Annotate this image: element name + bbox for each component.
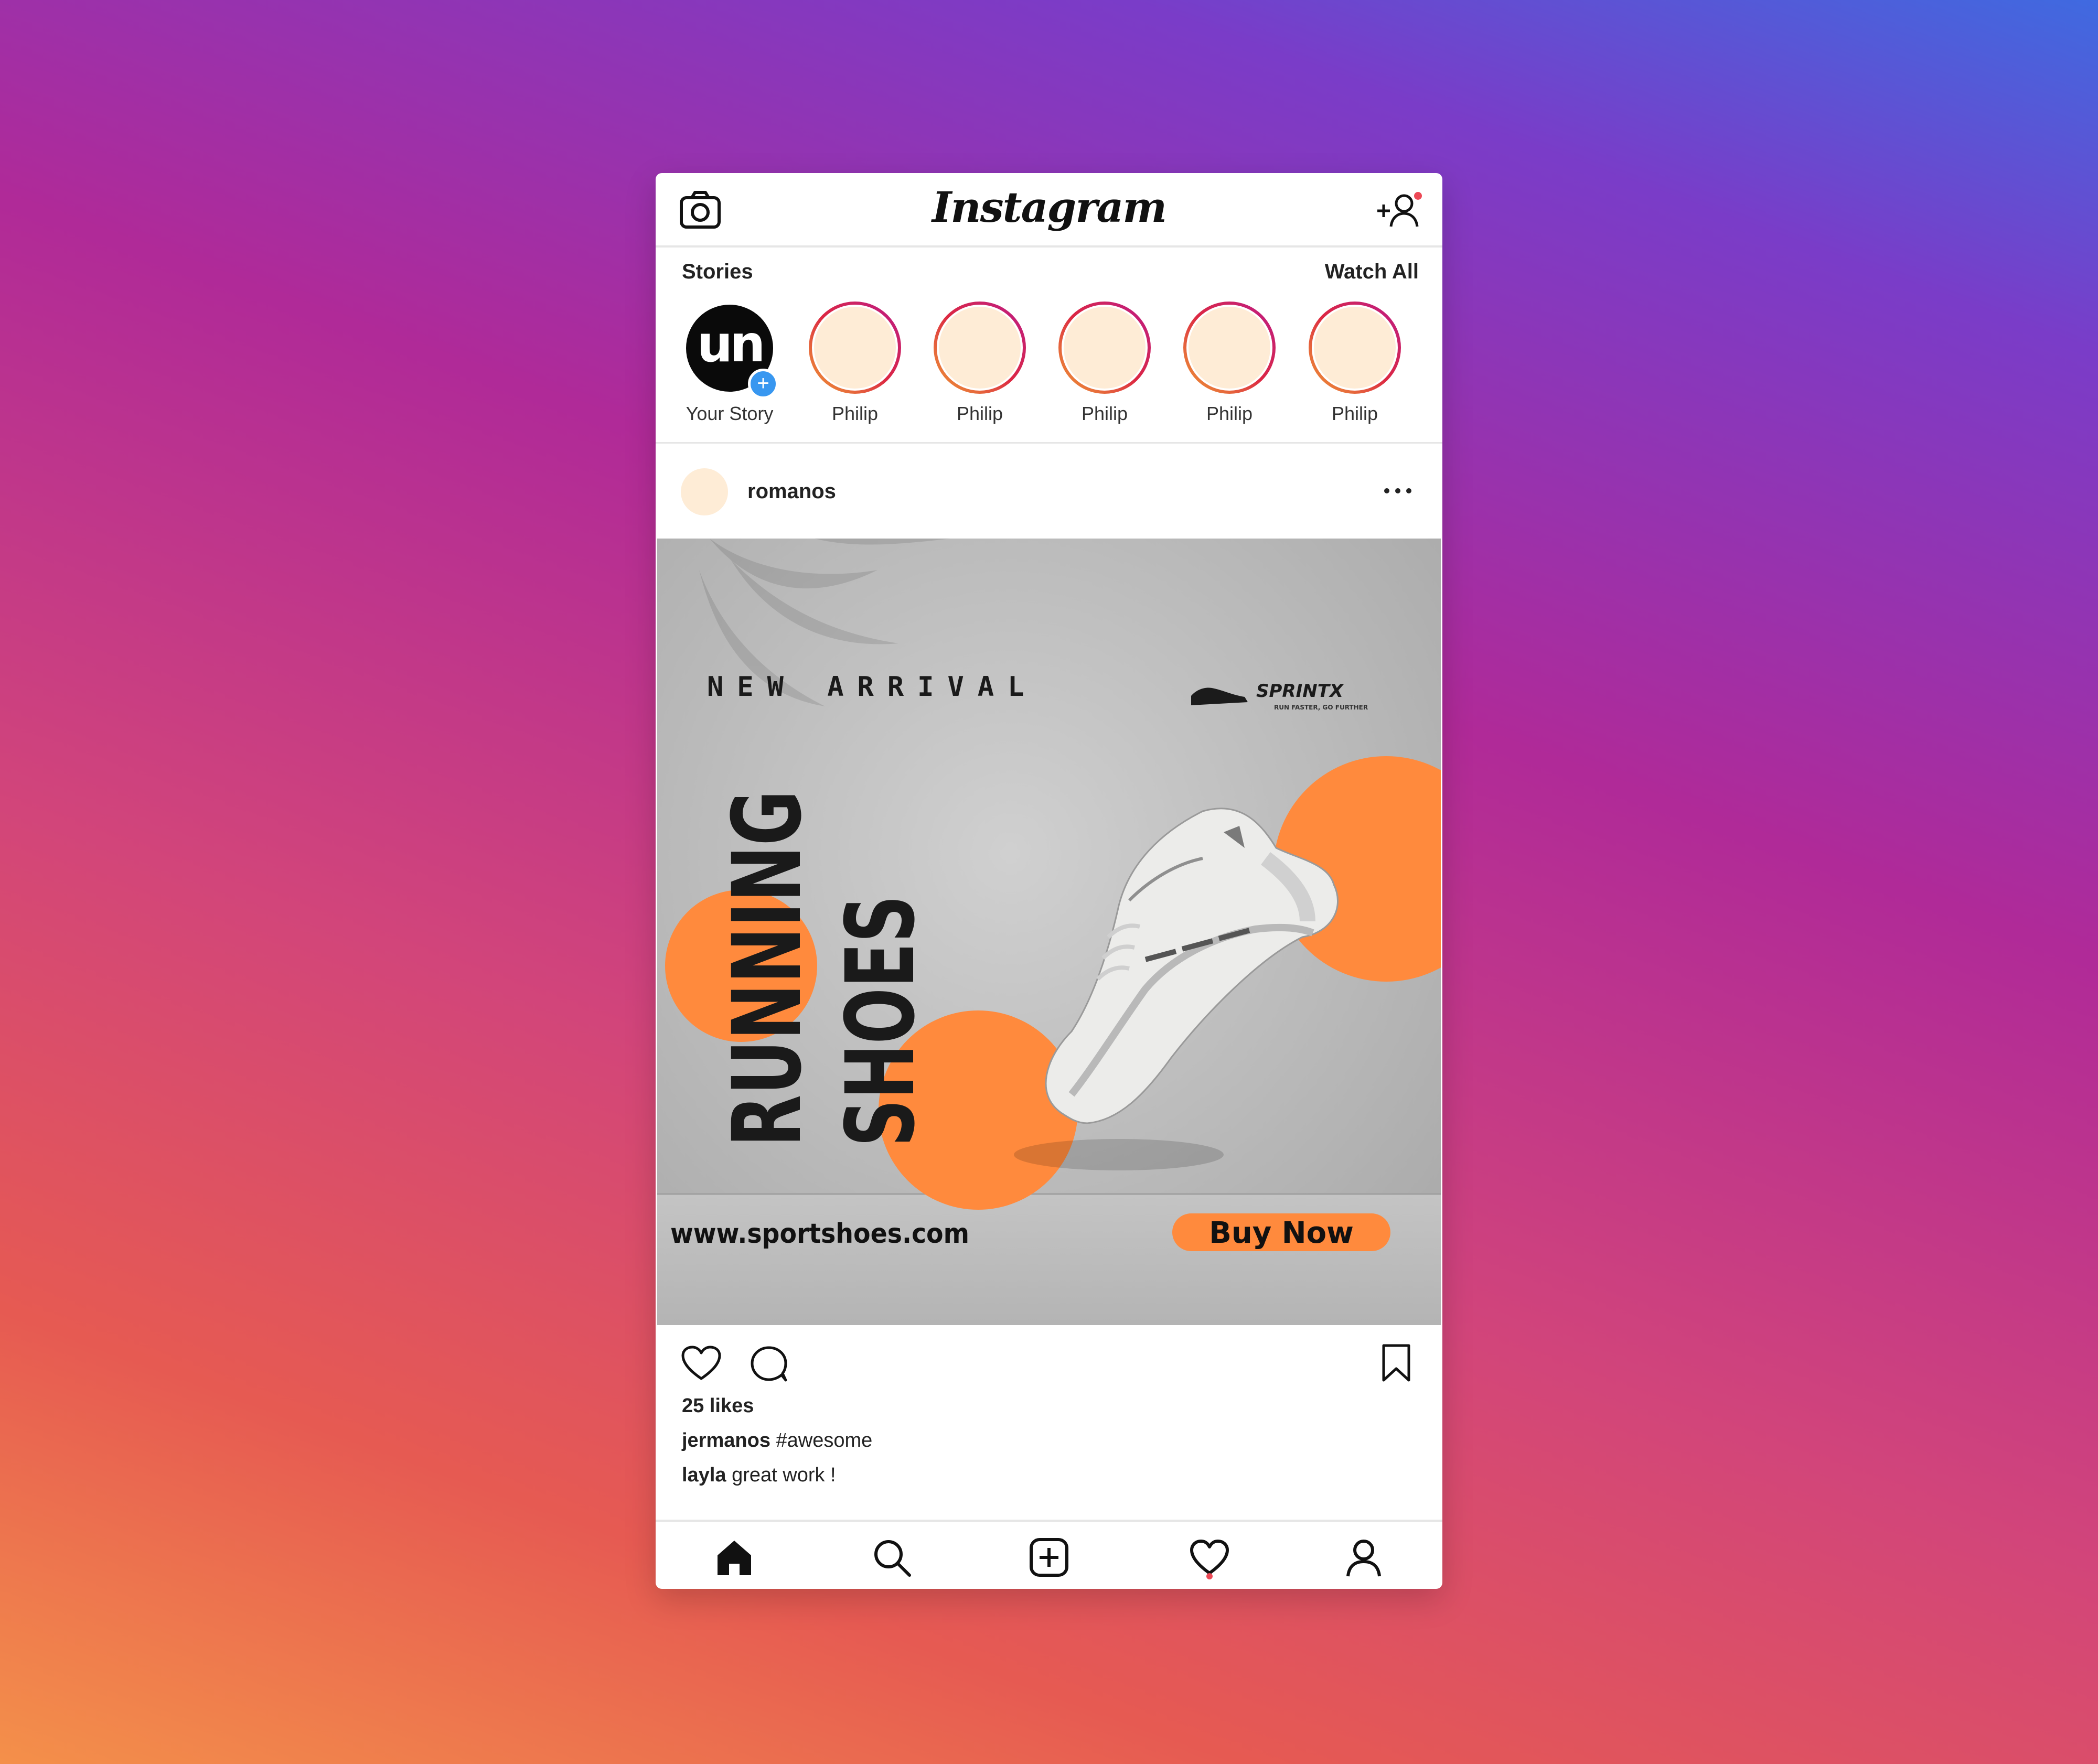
ad-creative: NEW ARRIVAL SPRINTX RUN FASTER, GO FURTH… [657, 539, 1441, 1325]
story-item[interactable]: Philip [800, 298, 910, 429]
story-ring [809, 302, 901, 394]
post-image[interactable]: NEW ARRIVAL SPRINTX RUN FASTER, GO FURTH… [657, 539, 1441, 1325]
story-label: Philip [1206, 403, 1253, 424]
title-running: RUNNING [713, 790, 822, 1147]
comment-user[interactable]: layla [682, 1464, 726, 1486]
notification-dot [1414, 192, 1422, 200]
divider [656, 442, 1442, 444]
avatar [939, 307, 1021, 389]
buy-now-label: Buy Now [1209, 1216, 1354, 1250]
top-bar: Instagram [656, 173, 1442, 248]
svg-text:RUN FASTER, GO FURTHER: RUN FASTER, GO FURTHER [1274, 704, 1368, 711]
add-post-icon[interactable] [1028, 1536, 1070, 1578]
story-your-story[interactable]: un + Your Story [675, 298, 785, 429]
bottom-nav [656, 1520, 1442, 1589]
avatar [1064, 307, 1146, 389]
post-username[interactable]: romanos [747, 480, 836, 503]
activity-heart-icon[interactable] [1189, 1536, 1230, 1578]
story-ring [934, 302, 1026, 394]
activity-notification-dot [1206, 1573, 1213, 1579]
stories-title: Stories [682, 260, 753, 283]
heart-icon[interactable] [681, 1345, 722, 1382]
story-item[interactable]: Philip [1300, 298, 1410, 429]
story-item[interactable]: Philip [1174, 298, 1285, 429]
title-shoes: SHOES [826, 895, 936, 1147]
comment-text: #awesome [770, 1429, 873, 1451]
more-options-icon[interactable] [1379, 475, 1416, 507]
story-ring [1309, 302, 1401, 394]
comment-user[interactable]: jermanos [682, 1429, 770, 1451]
phone-frame: Instagram Stories Watch All un + Your St… [656, 173, 1442, 1589]
comment-icon[interactable] [749, 1344, 789, 1383]
story-ring [1058, 302, 1151, 394]
add-story-icon[interactable]: + [748, 369, 778, 399]
website-url: www.sportshoes.com [670, 1218, 969, 1250]
search-icon[interactable] [871, 1536, 913, 1578]
comment-text: great work ! [726, 1464, 836, 1486]
watch-all-link[interactable]: Watch All [1325, 260, 1419, 284]
story-item[interactable]: Philip [925, 298, 1035, 429]
svg-text:SPRINTX: SPRINTX [1256, 681, 1344, 702]
home-icon[interactable] [713, 1536, 755, 1578]
avatar [1314, 307, 1396, 389]
profile-icon[interactable] [1343, 1536, 1385, 1578]
avatar [814, 307, 896, 389]
app-logo: Instagram [932, 182, 1167, 232]
story-ring [1183, 302, 1276, 394]
story-label: Philip [1331, 403, 1378, 424]
headline-new-arrival: NEW ARRIVAL [707, 671, 1037, 703]
story-label: Philip [1081, 403, 1128, 424]
stories-header: Stories Watch All [656, 245, 1442, 293]
comment-row: layla great work ! [682, 1464, 836, 1487]
story-item[interactable]: Philip [1050, 298, 1160, 429]
post-avatar[interactable] [681, 468, 728, 515]
story-label: Philip [831, 403, 879, 424]
comment-row: jermanos #awesome [682, 1429, 872, 1452]
bookmark-icon[interactable] [1379, 1342, 1413, 1383]
avatar [1189, 307, 1270, 389]
likes-count[interactable]: 25 likes [682, 1395, 754, 1417]
buy-now-button[interactable]: Buy Now [1172, 1213, 1390, 1251]
story-label: Philip [956, 403, 1003, 424]
story-label: Your Story [686, 403, 774, 424]
